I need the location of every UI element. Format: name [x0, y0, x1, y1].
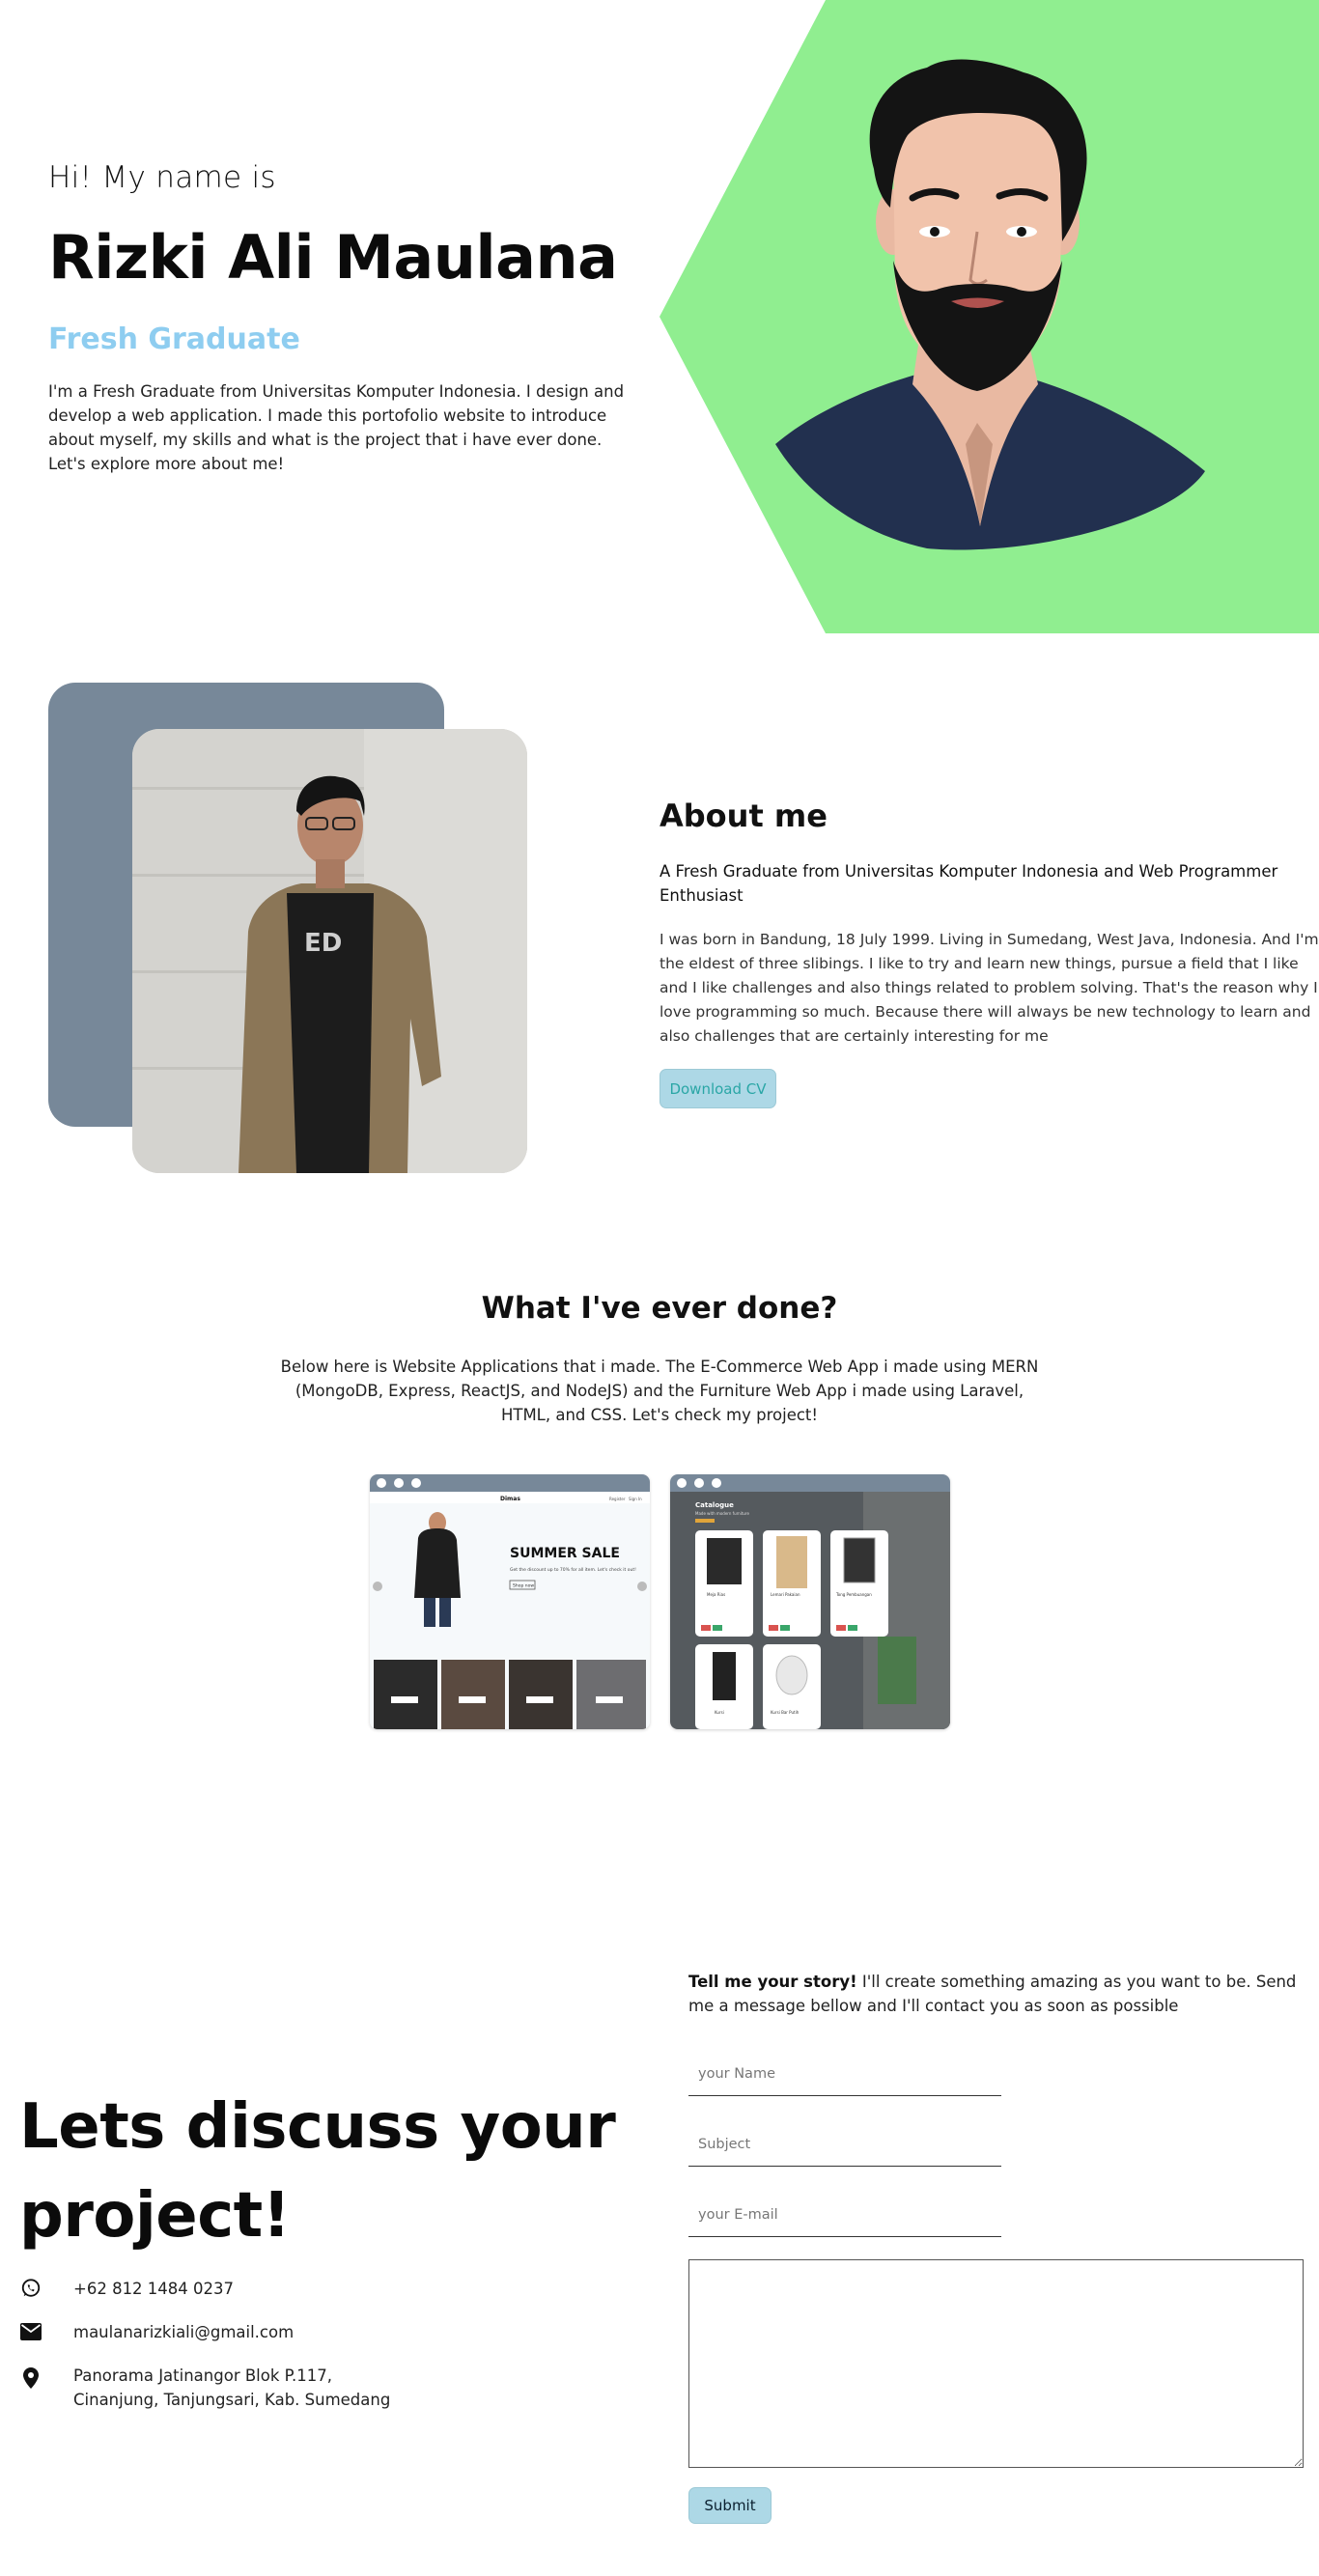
about-photo: ED — [132, 729, 527, 1173]
window-dot-icon — [694, 1478, 704, 1488]
ecommerce-brand: Dimas — [500, 1496, 520, 1502]
contact-phone: +62 812 1484 0237 — [73, 2280, 235, 2298]
contact-email: maulanarizkiali@gmail.com — [73, 2323, 295, 2341]
ecommerce-shop-button: Shop now — [513, 1583, 534, 1589]
window-dot-icon — [677, 1478, 687, 1488]
furniture-item-3: Kursi — [715, 1710, 724, 1715]
projects-description: Below here is Website Applications that … — [280, 1358, 1039, 1424]
window-dot-icon — [712, 1478, 721, 1488]
mail-icon — [19, 2320, 42, 2343]
about-body: I was born in Bandung, 18 July 1999. Liv… — [660, 931, 1319, 1045]
subject-input[interactable] — [688, 2122, 1001, 2167]
whatsapp-icon — [19, 2277, 42, 2300]
furniture-item-4: Kursi Bar Putih — [771, 1710, 800, 1715]
furniture-item-2: Tong Pembuangan — [835, 1592, 872, 1597]
ecommerce-hero-title: SUMMER SALE — [510, 1546, 620, 1561]
contact-intro-bold: Tell me your story! — [688, 1973, 857, 1991]
hero-name: Rizki Ali Maulana — [48, 222, 618, 293]
email-input[interactable] — [688, 2193, 1001, 2237]
location-pin-icon — [19, 2366, 42, 2390]
furniture-heading: Catalogue — [695, 1501, 734, 1509]
about-title: About me — [660, 798, 828, 834]
submit-button[interactable]: Submit — [688, 2487, 772, 2524]
ecommerce-nav-register: Register — [609, 1497, 626, 1501]
contact-email-row: maulanarizkiali@gmail.com — [19, 2320, 294, 2344]
name-input[interactable] — [688, 2052, 1001, 2096]
window-dot-icon — [377, 1478, 386, 1488]
project-card-furniture[interactable]: Catalogue Made with modern furniture Mej… — [670, 1474, 950, 1729]
hero-illustration — [660, 0, 1319, 633]
ecommerce-nav-signin: Sign In — [629, 1497, 642, 1501]
hero-greeting: Hi! My name is — [48, 160, 276, 195]
message-textarea[interactable] — [688, 2259, 1304, 2468]
project-card-ecommerce[interactable]: Dimas Register Sign In SUMMER SALE Get t… — [370, 1474, 650, 1729]
hero-description: I'm a Fresh Graduate from Universitas Ko… — [48, 382, 625, 473]
svg-text:ED: ED — [304, 929, 342, 958]
window-dot-icon — [394, 1478, 404, 1488]
contact-address: Panorama Jatinangor Blok P.117, Cinanjun… — [73, 2366, 391, 2409]
ecommerce-hero-text: Get the discount up to 70% for all item.… — [510, 1567, 636, 1573]
contact-phone-row: +62 812 1484 0237 — [19, 2277, 234, 2301]
hero-role: Fresh Graduate — [48, 322, 300, 356]
furniture-screenshot: Catalogue Made with modern furniture Mej… — [670, 1492, 950, 1729]
hero-section: Hi! My name is Rizki Ali Maulana Fresh G… — [0, 0, 1319, 633]
projects-title: What I've ever done? — [481, 1291, 838, 1326]
download-cv-button[interactable]: Download CV — [660, 1069, 776, 1108]
furniture-subheading: Made with modern furniture — [695, 1511, 749, 1516]
contact-intro: Tell me your story! I'll create somethin… — [688, 1970, 1306, 2018]
ecommerce-screenshot: Dimas Register Sign In SUMMER SALE Get t… — [370, 1492, 650, 1729]
furniture-item-0: Meja Rias — [707, 1592, 725, 1597]
window-bar — [370, 1474, 650, 1492]
contact-title: Lets discuss your project! — [19, 2091, 616, 2252]
furniture-item-1: Lemari Pakaian — [771, 1592, 800, 1597]
about-subtitle: A Fresh Graduate from Universitas Komput… — [660, 862, 1278, 905]
contact-address-row: Panorama Jatinangor Blok P.117, Cinanjun… — [19, 2364, 425, 2412]
window-dot-icon — [411, 1478, 421, 1488]
window-bar — [670, 1474, 950, 1492]
